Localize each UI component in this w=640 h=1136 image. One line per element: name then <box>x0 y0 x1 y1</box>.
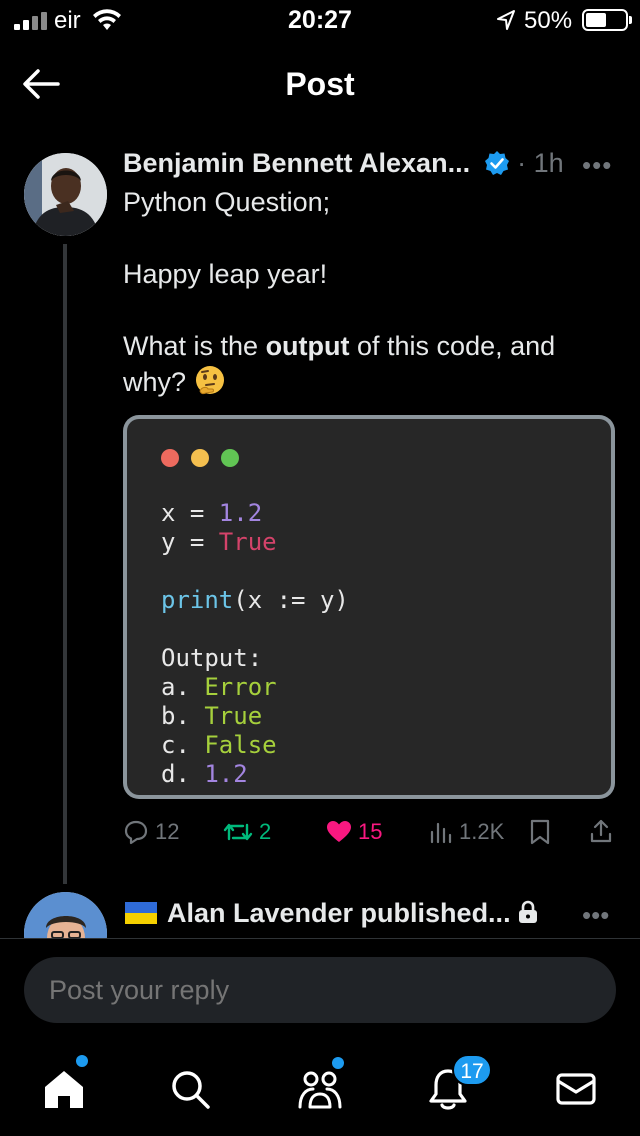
option-b: True <box>204 702 263 730</box>
heart-icon <box>327 821 351 842</box>
status-bar: eir 20:27 50% <box>0 0 640 42</box>
option-label: a. <box>161 673 205 701</box>
code-var: x = <box>161 499 219 527</box>
option-label: c. <box>161 731 205 759</box>
search-icon <box>172 1071 210 1109</box>
thread-line <box>63 244 67 884</box>
nav-communities[interactable] <box>290 1057 350 1119</box>
like-count: 15 <box>358 819 383 844</box>
question-text: why? <box>123 367 187 397</box>
thinking-face-emoji-icon <box>195 366 224 395</box>
option-c: False <box>204 731 277 759</box>
avatar-image <box>24 153 107 236</box>
code-block: x = 1.2 y = True print(x := y) Output: a… <box>161 499 349 789</box>
post-text-spacer <box>123 220 613 256</box>
repost-button[interactable]: 2 <box>223 814 271 850</box>
verified-badge-icon <box>484 151 509 175</box>
more-options-icon[interactable]: ••• <box>582 150 612 181</box>
code-args: (x := y) <box>233 586 349 614</box>
question-bold: output <box>265 331 350 361</box>
notifications-badge: 17 <box>452 1054 492 1086</box>
option-a: Error <box>204 673 277 701</box>
question-text: What is the <box>123 331 266 361</box>
post-time: 1h <box>533 148 564 178</box>
window-close-dot <box>161 449 179 467</box>
battery-percent: 50% <box>524 7 573 34</box>
post-text-spacer <box>123 292 613 328</box>
home-notification-dot <box>76 1055 88 1067</box>
reply-count: 12 <box>155 819 180 844</box>
code-window: x = 1.2 y = True print(x := y) Output: a… <box>127 419 611 795</box>
window-minimize-dot <box>191 449 209 467</box>
option-label: b. <box>161 702 205 730</box>
like-button[interactable]: 15 <box>326 814 382 850</box>
code-image[interactable]: x = 1.2 y = True print(x := y) Output: a… <box>123 415 615 799</box>
views-button[interactable]: 1.2K <box>429 814 504 850</box>
post-text-line: Python Question; <box>123 187 331 217</box>
author-name[interactable]: Benjamin Bennett Alexan... <box>123 148 470 178</box>
views-count: 1.2K <box>459 819 505 844</box>
code-function: print <box>161 586 234 614</box>
post-body: Python Question; Happy leap year! What i… <box>123 184 613 400</box>
reply-button[interactable]: 12 <box>123 814 179 850</box>
reply-post-header: Alan Lavender published... <box>125 898 595 929</box>
communities-icon <box>298 1071 342 1109</box>
author-avatar[interactable] <box>24 153 107 236</box>
nav-home[interactable] <box>34 1055 94 1119</box>
post-text-line: Happy leap year! <box>123 259 328 289</box>
mail-icon <box>556 1073 596 1105</box>
post-actions: 12 2 15 1.2K <box>123 814 623 850</box>
option-d: 1.2 <box>204 760 248 788</box>
page-title: Post <box>285 66 355 102</box>
home-icon <box>45 1071 83 1108</box>
bottom-bar: 17 <box>0 938 640 1136</box>
communities-notification-dot <box>332 1057 344 1069</box>
reply-icon <box>124 820 148 845</box>
code-value: 1.2 <box>218 499 263 527</box>
battery-icon <box>582 9 632 31</box>
option-label: d. <box>161 760 205 788</box>
code-output-label: Output: <box>161 644 263 672</box>
post-question-line2: why? <box>123 364 613 400</box>
code-var: y = <box>161 528 219 556</box>
views-chart-icon <box>430 822 452 844</box>
bookmark-icon[interactable] <box>529 819 551 845</box>
lock-icon <box>518 900 537 923</box>
post-header: Benjamin Bennett Alexan... · 1h <box>123 148 623 184</box>
repost-count: 2 <box>259 819 272 844</box>
nav-messages[interactable] <box>546 1059 606 1119</box>
location-arrow-icon <box>497 10 515 30</box>
reply-author-name[interactable]: Alan Lavender published... <box>167 898 511 928</box>
ukraine-flag-icon <box>125 902 157 924</box>
more-options-icon[interactable]: ••• <box>582 900 609 931</box>
post-question: What is the output of this code, and <box>123 328 613 364</box>
share-icon[interactable] <box>589 818 613 844</box>
code-value: True <box>218 528 277 556</box>
window-maximize-dot <box>221 449 239 467</box>
meta-separator: · <box>517 148 534 178</box>
nav-search[interactable] <box>160 1059 220 1119</box>
repost-icon <box>223 823 253 841</box>
question-text: of this code, and <box>349 331 556 361</box>
reply-input[interactable] <box>24 957 616 1023</box>
